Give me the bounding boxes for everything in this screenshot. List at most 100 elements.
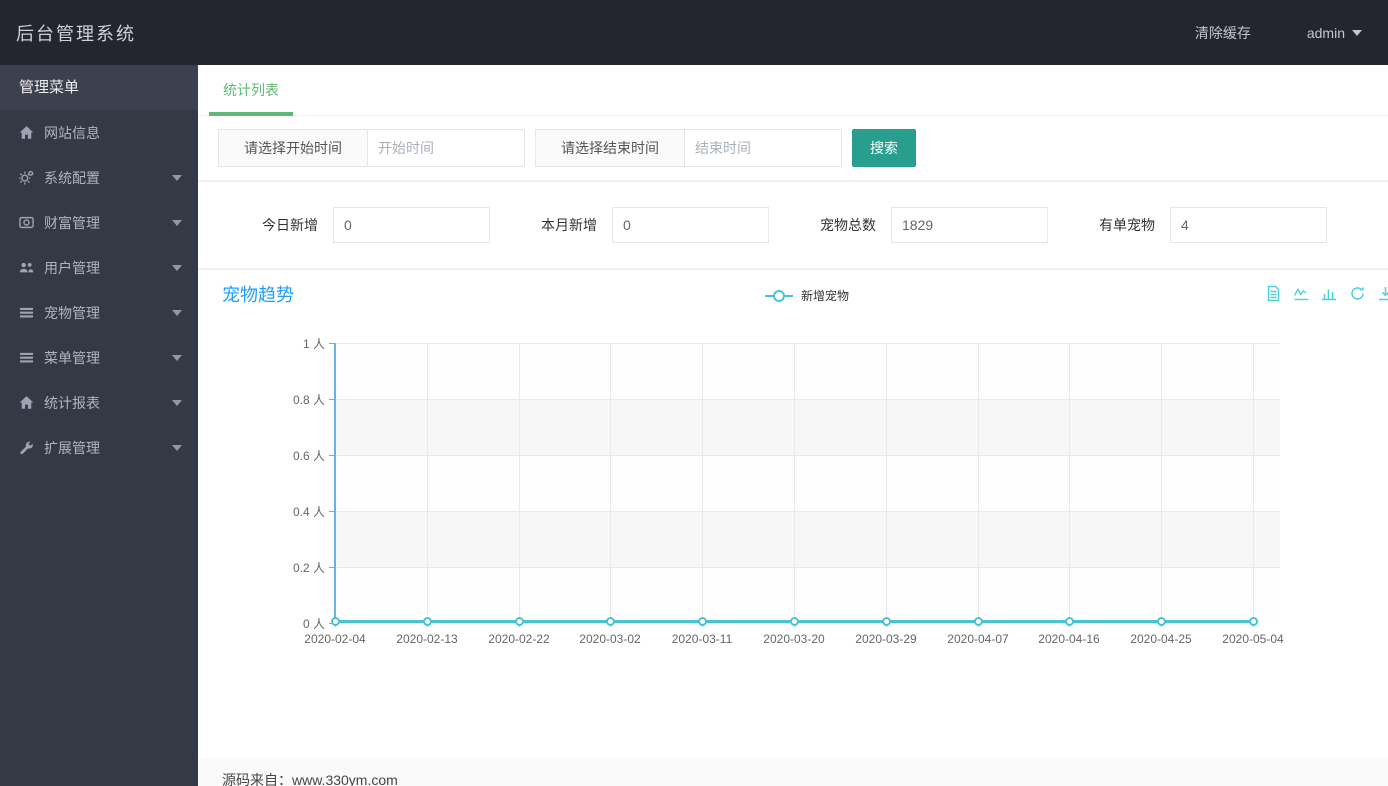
start-time-addon[interactable]: 请选择开始时间	[218, 129, 368, 167]
legend-label: 新增宠物	[801, 289, 850, 303]
home-icon	[19, 395, 36, 410]
top-header: 后台管理系统 清除缓存 admin	[0, 0, 1388, 65]
footer-text: 源码来自：www.330ym.com	[222, 772, 398, 786]
stat-value-input[interactable]	[891, 207, 1048, 243]
y-axis-label: 1 人	[302, 337, 325, 351]
h-gridline	[335, 343, 1280, 344]
y-axis-label: 0.8 人	[292, 393, 325, 407]
money-icon	[19, 215, 36, 230]
download-icon[interactable]	[1377, 285, 1388, 302]
home-icon	[19, 125, 36, 140]
caret-down-icon	[1352, 29, 1362, 36]
legend-item-new-pets[interactable]: 新增宠物	[765, 287, 849, 304]
data-point-marker	[1065, 617, 1074, 626]
line-chart-icon[interactable]	[1293, 285, 1310, 302]
stat-group-1: 本月新增	[541, 207, 769, 243]
tab-bar: 统计列表	[198, 65, 1388, 116]
legend-circle-icon	[773, 289, 785, 302]
stat-group-0: 今日新增	[262, 207, 490, 243]
data-point-marker	[515, 617, 524, 626]
x-axis-label: 2020-04-25	[1130, 632, 1192, 646]
stat-label: 有单宠物	[1099, 217, 1155, 233]
sidebar-item-6[interactable]: 统计报表	[0, 380, 198, 425]
v-gridline	[886, 343, 887, 623]
v-gridline	[794, 343, 795, 623]
end-time-group: 请选择结束时间	[535, 129, 842, 167]
sidebar-item-label: 统计报表	[44, 394, 100, 411]
v-gridline	[519, 343, 520, 623]
stat-value-input[interactable]	[1170, 207, 1327, 243]
end-time-addon[interactable]: 请选择结束时间	[535, 129, 685, 167]
header-right: 清除缓存 admin	[1195, 23, 1388, 43]
sidebar-item-3[interactable]: 用户管理	[0, 245, 198, 290]
caret-down-icon	[172, 264, 182, 271]
y-axis-label: 0.4 人	[292, 505, 325, 519]
start-time-input[interactable]	[368, 129, 525, 167]
sidebar-item-7[interactable]: 扩展管理	[0, 425, 198, 470]
sidebar-item-1[interactable]: 系统配置	[0, 155, 198, 200]
sidebar-menu: 网站信息 系统配置 财富管理用户管理宠物管理菜单管理统计报表扩展管理	[0, 110, 198, 470]
tab-statistics-list[interactable]: 统计列表	[209, 65, 293, 116]
sidebar-item-label: 宠物管理	[44, 304, 100, 321]
v-gridline	[1069, 343, 1070, 623]
sidebar-item-label: 用户管理	[44, 259, 100, 276]
caret-down-icon	[172, 444, 182, 451]
pet-trend-chart-card: 宠物趋势 新增宠物 1 人 0.8 人 0.6 人 0.4 人 0.2 人0 人 2020…	[198, 270, 1388, 758]
caret-down-icon	[172, 174, 182, 181]
caret-down-icon	[172, 399, 182, 406]
v-gridline	[1253, 343, 1254, 623]
sidebar-item-0[interactable]: 网站信息	[0, 110, 198, 155]
v-gridline	[427, 343, 428, 623]
tab-label: 统计列表	[223, 82, 279, 98]
split-area-band	[335, 511, 1280, 567]
end-time-input[interactable]	[685, 129, 842, 167]
x-axis-label: 2020-03-29	[855, 632, 917, 646]
user-dropdown[interactable]: admin	[1307, 25, 1362, 41]
clear-cache-button[interactable]: 清除缓存	[1195, 23, 1251, 43]
active-tab-indicator	[209, 112, 293, 116]
stat-group-3: 有单宠物	[1099, 207, 1327, 243]
h-gridline	[335, 399, 1280, 400]
data-view-icon[interactable]	[1265, 285, 1282, 302]
bar-chart-icon[interactable]	[1321, 285, 1338, 302]
h-gridline	[335, 567, 1280, 568]
refresh-icon[interactable]	[1349, 285, 1366, 302]
caret-down-icon	[172, 309, 182, 316]
data-point-marker	[423, 617, 432, 626]
stats-row: 今日新增 本月新增 宠物总数 有单宠物	[198, 182, 1388, 268]
sidebar-menu-title: 管理菜单	[0, 65, 198, 110]
sidebar-item-2[interactable]: 财富管理	[0, 200, 198, 245]
list-icon	[19, 305, 36, 320]
x-axis-label: 2020-03-11	[671, 632, 733, 646]
x-axis-label: 2020-04-16	[1038, 632, 1100, 646]
h-gridline	[335, 455, 1280, 456]
split-area-band	[335, 455, 1280, 511]
v-gridline	[978, 343, 979, 623]
x-axis-label: 2020-03-02	[579, 632, 641, 646]
stat-label: 本月新增	[541, 217, 597, 233]
x-axis-label: 2020-02-13	[396, 632, 458, 646]
chart-title: 宠物趋势	[222, 285, 294, 305]
legend-line-icon	[765, 294, 773, 297]
stat-value-input[interactable]	[612, 207, 769, 243]
h-gridline	[335, 511, 1280, 512]
search-button[interactable]: 搜索	[852, 129, 916, 167]
data-point-marker	[790, 617, 799, 626]
sidebar-item-4[interactable]: 宠物管理	[0, 290, 198, 335]
data-point-marker	[606, 617, 615, 626]
sidebar-item-5[interactable]: 菜单管理	[0, 335, 198, 380]
chart-toolbox	[1265, 285, 1388, 302]
y-axis-label: 0.6 人	[292, 449, 325, 463]
split-area-band	[335, 343, 1280, 399]
y-axis-label: 0.2 人	[292, 561, 325, 575]
data-point-marker	[698, 617, 707, 626]
stat-label: 宠物总数	[820, 217, 876, 233]
legend-line-icon	[785, 294, 793, 297]
stat-value-input[interactable]	[333, 207, 490, 243]
data-point-marker	[331, 617, 340, 626]
data-point-marker	[1157, 617, 1166, 626]
x-axis-label: 2020-02-04	[304, 632, 366, 646]
x-axis-label: 2020-02-22	[488, 632, 550, 646]
page-footer: 源码来自：www.330ym.com	[198, 758, 1388, 786]
x-axis-label: 2020-03-20	[763, 632, 825, 646]
